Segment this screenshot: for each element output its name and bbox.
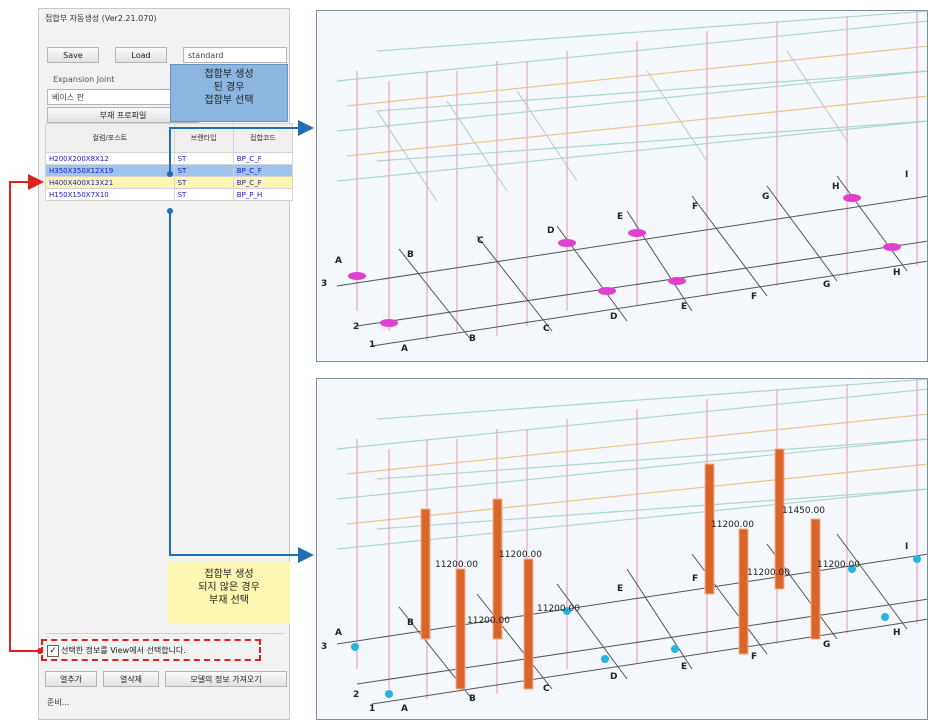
svg-text:A: A — [401, 704, 408, 714]
svg-text:H: H — [832, 182, 840, 192]
model-view-bottom[interactable]: 11200.00 11200.00 11200.00 11200.00 1120… — [316, 378, 928, 720]
svg-text:2: 2 — [353, 322, 359, 332]
svg-text:C: C — [543, 324, 550, 334]
svg-text:E: E — [681, 662, 687, 672]
svg-text:F: F — [692, 202, 698, 212]
node-markers — [351, 555, 921, 698]
svg-text:A: A — [401, 344, 408, 354]
svg-text:E: E — [681, 302, 687, 312]
svg-text:G: G — [823, 640, 830, 650]
svg-text:H: H — [893, 628, 901, 638]
svg-text:D: D — [610, 672, 617, 682]
svg-text:C: C — [543, 684, 550, 694]
svg-text:11200.00: 11200.00 — [747, 568, 790, 578]
svg-text:F: F — [751, 652, 757, 662]
svg-text:D: D — [610, 312, 617, 322]
svg-text:E: E — [617, 584, 623, 594]
svg-text:D: D — [547, 226, 554, 236]
arrow-to-top-view — [169, 120, 314, 174]
svg-text:11200.00: 11200.00 — [711, 520, 754, 530]
svg-text:3: 3 — [321, 642, 327, 652]
svg-text:B: B — [469, 694, 476, 704]
svg-text:2: 2 — [353, 690, 359, 700]
svg-text:1: 1 — [369, 340, 375, 350]
svg-text:B: B — [469, 334, 476, 344]
svg-text:11200.00: 11200.00 — [537, 604, 580, 614]
model-view-top[interactable]: A B C D E F G H I A B C D E F G H 3 2 1 — [316, 10, 928, 362]
svg-text:A: A — [335, 628, 342, 638]
svg-text:11200.00: 11200.00 — [467, 616, 510, 626]
svg-text:F: F — [751, 292, 757, 302]
svg-text:C: C — [477, 236, 484, 246]
svg-text:F: F — [692, 574, 698, 584]
svg-text:H: H — [893, 268, 901, 278]
svg-text:11200.00: 11200.00 — [817, 560, 860, 570]
svg-text:G: G — [762, 192, 769, 202]
svg-text:B: B — [407, 250, 414, 260]
svg-text:I: I — [905, 542, 908, 552]
svg-text:E: E — [617, 212, 623, 222]
arrow-to-bottom-view — [169, 211, 314, 563]
svg-text:1: 1 — [369, 704, 375, 714]
arrow-to-selected-row — [9, 174, 44, 652]
svg-text:B: B — [407, 618, 414, 628]
svg-text:I: I — [905, 170, 908, 180]
svg-text:11200.00: 11200.00 — [499, 550, 542, 560]
svg-text:A: A — [335, 256, 342, 266]
svg-text:3: 3 — [321, 279, 327, 289]
svg-text:G: G — [823, 280, 830, 290]
svg-text:11450.00: 11450.00 — [782, 506, 825, 516]
svg-text:11200.00: 11200.00 — [435, 560, 478, 570]
